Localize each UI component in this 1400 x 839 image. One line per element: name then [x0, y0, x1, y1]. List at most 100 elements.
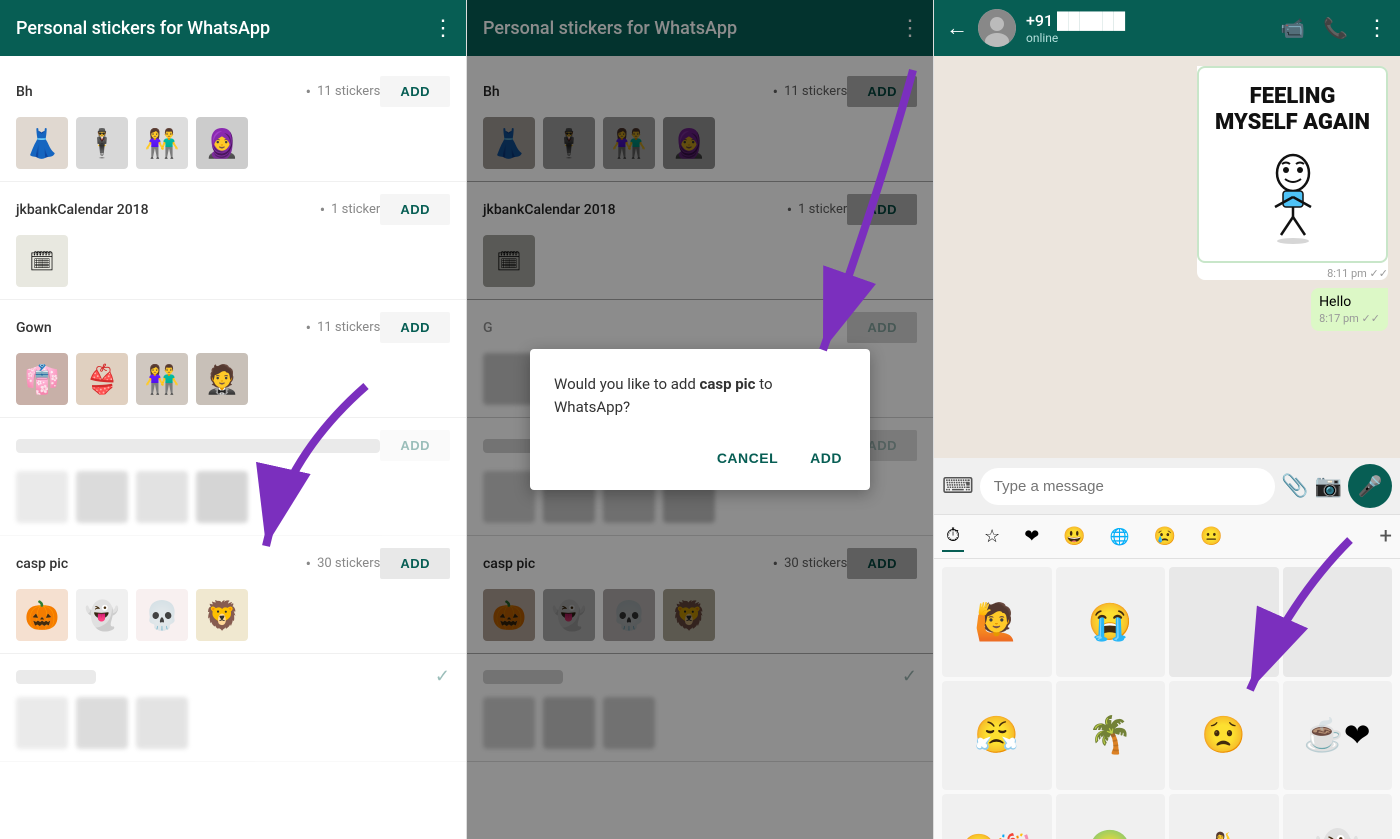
- checkmark-1: ✓: [435, 666, 450, 687]
- sticker-cell-8[interactable]: ☕❤: [1283, 681, 1393, 791]
- pack-header-gown: Gown • 11 stickers ADD: [16, 312, 450, 343]
- text-message: Hello 8:17 pm ✓✓: [1311, 288, 1388, 331]
- thumb-blur2-3: [136, 697, 188, 749]
- sticker-cell-9[interactable]: 😄🎉: [942, 794, 1052, 839]
- thumb-jkbank-1: 🗓: [16, 235, 68, 287]
- tab-emoji1[interactable]: 😃: [1059, 522, 1089, 551]
- tab-emoji4[interactable]: 😐: [1196, 522, 1226, 551]
- camera-icon[interactable]: 📷: [1315, 474, 1342, 499]
- menu-icon-1[interactable]: ⋮: [432, 16, 454, 41]
- phone-call-icon[interactable]: 📞: [1323, 16, 1348, 40]
- sticker-cell-11[interactable]: 💃: [1169, 794, 1279, 839]
- pack-header-bh: Bh • 11 stickers ADD: [16, 76, 450, 107]
- chat-menu-icon[interactable]: ⋮: [1366, 16, 1388, 41]
- message-time: 8:17 pm ✓✓: [1319, 312, 1380, 325]
- tab-recent[interactable]: ⏱: [942, 521, 964, 552]
- thumb-gown-2: 👙: [76, 353, 128, 405]
- sticker-pack-bh: Bh • 11 stickers ADD 👗 🕴 👫 🧕: [0, 64, 466, 182]
- sticker-cell-12[interactable]: 👻: [1283, 794, 1393, 839]
- dialog-pack-name: casp pic: [700, 375, 756, 393]
- sticker-cell-10[interactable]: 🤢: [1056, 794, 1166, 839]
- sticker-cell-2[interactable]: 😭: [1056, 567, 1166, 677]
- pack-thumbs-blur1: [16, 471, 450, 523]
- add-btn-bh[interactable]: ADD: [380, 76, 450, 107]
- dialog-cancel-btn[interactable]: CANCEL: [713, 442, 782, 474]
- tab-stickers[interactable]: ❤: [1020, 522, 1043, 551]
- chat-header: ← +91 ██████ online 📹 📞 ⋮: [934, 0, 1400, 56]
- chat-avatar: [978, 9, 1016, 47]
- thumb-casp-4: 🦁: [196, 589, 248, 641]
- tab-favorites[interactable]: ☆: [980, 522, 1004, 551]
- pack-thumbs-casppic: 🎃 👻 💀 🦁: [16, 589, 450, 641]
- dialog-add-btn[interactable]: ADD: [806, 442, 846, 474]
- pack-count-casppic: 30 stickers: [317, 556, 380, 571]
- thumb-bh-2: 🕴: [76, 117, 128, 169]
- pack-name-bh: Bh: [16, 84, 300, 100]
- thumb-bh-3: 👫: [136, 117, 188, 169]
- chat-messages: FEELINGMYSELF AGAIN: [934, 56, 1400, 458]
- keyboard-icon[interactable]: ⌨: [942, 474, 974, 499]
- thumb-blur1-4: [196, 471, 248, 523]
- thumb-casp-1: 🎃: [16, 589, 68, 641]
- sticker-cell-3[interactable]: [1169, 567, 1279, 677]
- dialog-box: Would you like to add casp pic to WhatsA…: [530, 349, 870, 490]
- chat-user-name: +91 ██████: [1026, 11, 1270, 31]
- thumb-blur1-3: [136, 471, 188, 523]
- chat-user-status: online: [1026, 31, 1270, 45]
- thumb-blur1-2: [76, 471, 128, 523]
- pack-count-jkbank: 1 sticker: [331, 202, 380, 217]
- pack-name-jkbank: jkbankCalendar 2018: [16, 202, 314, 218]
- thumb-bh-4: 🧕: [196, 117, 248, 169]
- chat-input-area: ⌨ 📎 📷 🎤: [934, 458, 1400, 514]
- thumb-blur1-1: [16, 471, 68, 523]
- pack-header-jkbank: jkbankCalendar 2018 • 1 sticker ADD: [16, 194, 450, 225]
- pack-header-blur2: ✓: [16, 666, 450, 687]
- back-button[interactable]: ←: [946, 15, 968, 41]
- panel-sticker-list-1: Personal stickers for WhatsApp ⋮ Bh • 11…: [0, 0, 467, 839]
- pack-name-gown: Gown: [16, 320, 300, 336]
- thumb-casp-2: 👻: [76, 589, 128, 641]
- pack-name-casppic: casp pic: [16, 556, 300, 572]
- dialog-overlay: Would you like to add casp pic to WhatsA…: [467, 0, 933, 839]
- thumb-casp-3: 💀: [136, 589, 188, 641]
- sticker-pack-gown: Gown • 11 stickers ADD 👘 👙 👫 🤵: [0, 300, 466, 418]
- add-btn-casppic-1[interactable]: ADD: [380, 548, 450, 579]
- tab-emoji3[interactable]: 😢: [1150, 522, 1180, 551]
- thumb-bh-1: 👗: [16, 117, 68, 169]
- add-btn-blur1[interactable]: ADD: [380, 430, 450, 461]
- sticker-pack-jkbank: jkbankCalendar 2018 • 1 sticker ADD 🗓: [0, 182, 466, 300]
- emoji-tabs: ⏱ ☆ ❤ 😃 🌐 😢 😐 +: [934, 515, 1400, 559]
- tab-emoji2[interactable]: 🌐: [1106, 523, 1134, 550]
- pack-thumbs-gown: 👘 👙 👫 🤵: [16, 353, 450, 405]
- dialog-text: Would you like to add casp pic to WhatsA…: [554, 373, 846, 418]
- app-header-1: Personal stickers for WhatsApp ⋮: [0, 0, 466, 56]
- video-call-icon[interactable]: 📹: [1280, 16, 1305, 40]
- pack-count-gown: 11 stickers: [317, 320, 380, 335]
- sticker-message: FEELINGMYSELF AGAIN: [1197, 66, 1388, 280]
- tab-add[interactable]: +: [1380, 524, 1392, 549]
- message-input[interactable]: [980, 468, 1275, 505]
- dialog-buttons: CANCEL ADD: [554, 442, 846, 474]
- paperclip-icon[interactable]: 📎: [1281, 474, 1308, 499]
- app-title-1: Personal stickers for WhatsApp: [16, 18, 432, 39]
- emoji-bar: ⏱ ☆ ❤ 😃 🌐 😢 😐 + 🙋 😭 😤 🌴 😟 ☕❤ 😄🎉 🤢 💃 👻: [934, 514, 1400, 839]
- mic-button[interactable]: 🎤: [1348, 464, 1392, 508]
- thumb-gown-4: 🤵: [196, 353, 248, 405]
- sticker-cell-4[interactable]: [1283, 567, 1393, 677]
- sticker-cell-5[interactable]: 😤: [942, 681, 1052, 791]
- sticker-pack-blur-2: ✓: [0, 654, 466, 762]
- stick-figure-svg: [1243, 145, 1343, 245]
- pack-count-bh: 11 stickers: [317, 84, 380, 99]
- sticker-pack-blur-1: ADD: [0, 418, 466, 536]
- sticker-cell-6[interactable]: 🌴: [1056, 681, 1166, 791]
- sticker-list-1: Bh • 11 stickers ADD 👗 🕴 👫 🧕 jkbankCalen…: [0, 56, 466, 839]
- pack-thumbs-blur2: [16, 697, 450, 749]
- sticker-cell-1[interactable]: 🙋: [942, 567, 1052, 677]
- pack-header-blur1: ADD: [16, 430, 450, 461]
- feeling-sticker: FEELINGMYSELF AGAIN: [1197, 66, 1388, 263]
- add-btn-jkbank[interactable]: ADD: [380, 194, 450, 225]
- pack-name-blur1: [16, 439, 380, 453]
- sticker-cell-7[interactable]: 😟: [1169, 681, 1279, 791]
- panel-sticker-list-2: Personal stickers for WhatsApp ⋮ Bh • 11…: [467, 0, 934, 839]
- add-btn-gown[interactable]: ADD: [380, 312, 450, 343]
